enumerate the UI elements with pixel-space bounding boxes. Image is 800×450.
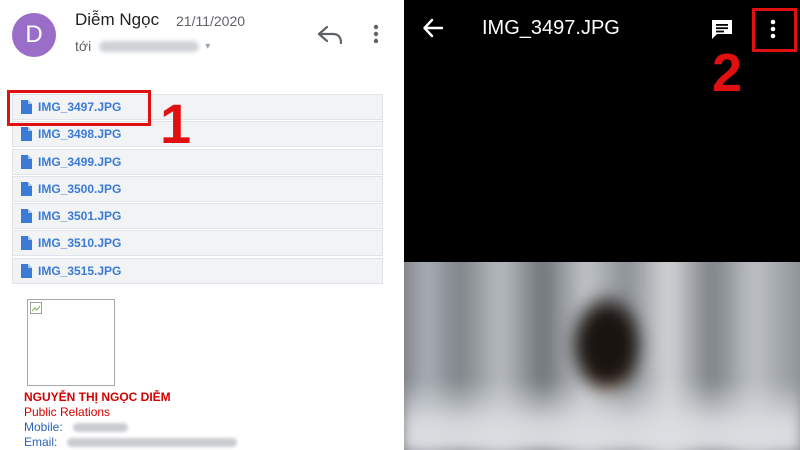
photo-floor [404,380,800,450]
signature-mobile: Mobile: [24,420,128,434]
attachment-name: IMG_3515.JPG [38,263,122,278]
viewer-title: IMG_3497.JPG [482,17,620,39]
signature-name: NGUYỄN THỊ NGỌC DIỄM [24,390,171,404]
file-icon [21,236,32,251]
file-icon [21,181,32,196]
attachment-name: IMG_3501.JPG [38,209,122,224]
attachment-name: IMG_3498.JPG [38,127,122,142]
email-panel: D Diễm Ngọc 21/11/2020 tới ▾ IMG_3497.JP… [0,0,398,450]
recipient-blurred [99,40,200,52]
mobile-label: Mobile: [24,420,63,434]
reply-icon[interactable] [316,22,344,46]
file-icon [21,127,32,142]
highlight-box-2 [752,8,797,52]
attachment-item[interactable]: IMG_3515.JPG [12,257,383,284]
signature-role: Public Relations [24,405,111,419]
attachment-item[interactable]: IMG_3500.JPG [12,175,383,202]
file-icon [21,209,32,224]
attachment-name: IMG_3500.JPG [38,181,122,196]
email-label: Email: [24,435,58,449]
attachment-item[interactable]: IMG_3510.JPG [12,230,383,257]
step-number-1: 1 [160,92,192,155]
email-date: 21/11/2020 [176,13,246,29]
file-icon [21,154,32,169]
step-number-2: 2 [712,43,743,103]
more-vert-icon[interactable] [368,22,384,46]
email-blurred [67,437,238,447]
signature-email: Email: [24,435,238,449]
attachment-name: IMG_3510.JPG [38,236,122,251]
to-label: tới [75,38,92,54]
avatar[interactable]: D [12,13,56,57]
attachment-item[interactable]: IMG_3499.JPG [12,148,383,175]
highlight-box-1 [7,90,151,126]
comment-icon[interactable] [710,17,734,41]
attachment-photo[interactable] [404,262,800,450]
chevron-down-icon[interactable]: ▾ [205,41,210,52]
arrow-back-icon[interactable] [422,17,444,39]
attachment-name: IMG_3499.JPG [38,154,122,169]
recipient-row[interactable]: tới ▾ [75,38,210,54]
mobile-blurred [72,422,128,432]
broken-image-icon [30,302,42,314]
file-icon [21,263,32,278]
attachment-item[interactable]: IMG_3501.JPG [12,203,383,230]
signature-image-placeholder [27,299,115,386]
sender-name: Diễm Ngọc [75,10,160,29]
